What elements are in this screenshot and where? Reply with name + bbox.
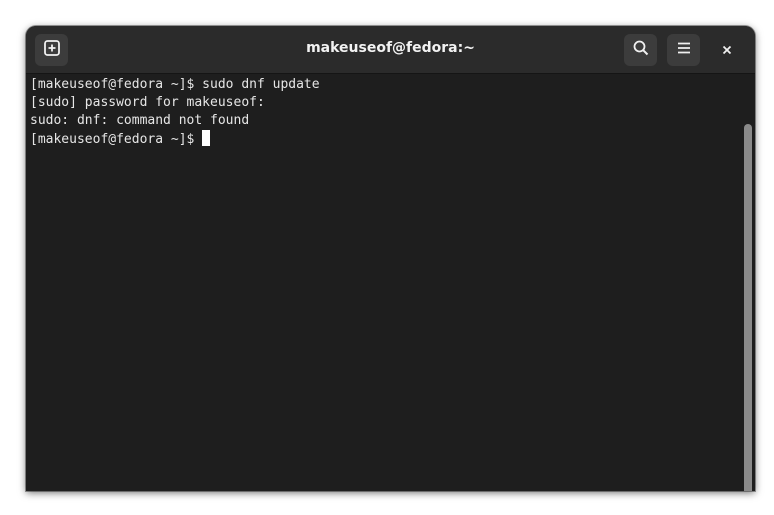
text-cursor [202,130,211,146]
terminal-line: [makeuseof@fedora ~]$ sudo dnf update [30,77,320,92]
terminal-window: makeuseof@fedora:~ [makeuseof@fedora ~]$… [26,26,755,491]
prompt-text: [makeuseof@fedora ~]$ [30,132,195,147]
terminal-output[interactable]: [makeuseof@fedora ~]$ sudo dnf update [s… [26,74,755,491]
scrollbar[interactable] [744,124,752,491]
headerbar: makeuseof@fedora:~ [26,26,755,74]
search-button[interactable] [624,34,657,66]
close-icon [721,41,733,60]
terminal-prompt-line: [makeuseof@fedora ~]$ [30,130,211,149]
search-icon [632,39,650,61]
terminal-line: sudo: dnf: command not found [30,113,250,128]
menu-icon [675,39,693,61]
terminal-line: [sudo] password for makeuseof: [30,95,265,110]
close-button[interactable] [715,38,739,62]
menu-button[interactable] [667,34,700,66]
